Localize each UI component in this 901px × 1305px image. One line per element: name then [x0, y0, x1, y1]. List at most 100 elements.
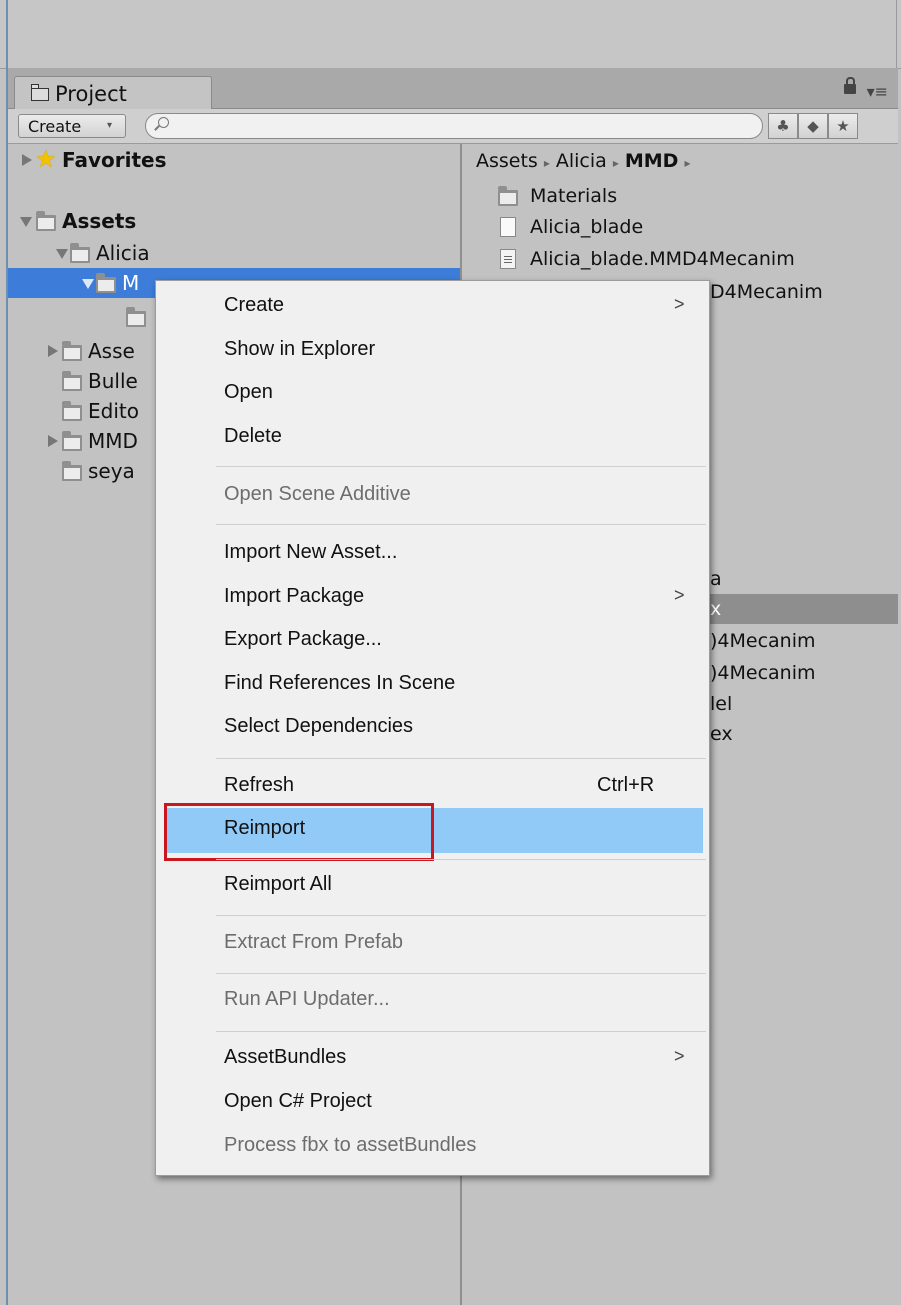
- chevron-down-icon: ▾: [107, 120, 113, 131]
- file-icon: [500, 217, 516, 237]
- menu-item-export-package[interactable]: Export Package...: [157, 621, 708, 661]
- file-label: x: [710, 598, 722, 620]
- menu-item-label: Delete: [224, 425, 282, 447]
- file-item[interactable]: Alicia_blade.MMD4Mecanim: [496, 244, 876, 274]
- folder-icon: [62, 431, 82, 451]
- folder-icon: [62, 371, 82, 391]
- submenu-arrow-icon: >: [674, 294, 685, 314]
- tree-label: Favorites: [62, 148, 167, 172]
- collapse-arrow-icon[interactable]: [82, 279, 94, 289]
- menu-separator: [216, 1031, 706, 1032]
- menu-item-open-csharp-project[interactable]: Open C# Project: [157, 1083, 708, 1123]
- create-button-label: Create: [28, 117, 82, 136]
- breadcrumb-separator-icon: ▸: [684, 156, 691, 170]
- menu-item-label: Open C# Project: [224, 1090, 372, 1112]
- menu-item-label: Extract From Prefab: [224, 931, 403, 953]
- file-item[interactable]: )4Mecanim: [710, 658, 880, 688]
- collapse-arrow-icon[interactable]: [20, 217, 32, 227]
- tree-item-bulle[interactable]: Bulle: [48, 366, 158, 396]
- file-label: Materials: [530, 185, 618, 207]
- folder-icon: [70, 243, 90, 263]
- menu-item-refresh[interactable]: Refresh Ctrl+R: [157, 767, 708, 807]
- tree-item-alicia[interactable]: Alicia: [56, 238, 256, 268]
- shortcut-label: Ctrl+R: [597, 774, 655, 796]
- create-button[interactable]: Create ▾: [18, 114, 126, 138]
- breadcrumb-mmd[interactable]: MMD: [625, 150, 679, 172]
- project-tab[interactable]: Project: [14, 76, 212, 110]
- menu-item-label: Import Package: [224, 585, 365, 607]
- folder-icon: [96, 273, 116, 293]
- folder-icon: [498, 186, 518, 206]
- menu-item-label: Select Dependencies: [224, 715, 414, 737]
- menu-item-label: Refresh: [224, 774, 295, 796]
- tree-label: MMD: [88, 429, 138, 453]
- submenu-arrow-icon: >: [674, 585, 685, 605]
- file-label: )4Mecanim: [710, 662, 816, 684]
- breadcrumb-alicia[interactable]: Alicia: [556, 150, 607, 172]
- tree-item-asse[interactable]: Asse: [48, 336, 158, 366]
- collapse-arrow-icon[interactable]: [56, 249, 68, 259]
- menu-item-label: Open Scene Additive: [224, 483, 411, 505]
- file-item[interactable]: ex: [710, 719, 880, 749]
- tree-label: M: [122, 271, 140, 295]
- file-label: Alicia_blade.MMD4Mecanim: [530, 248, 795, 270]
- breadcrumb-assets[interactable]: Assets: [476, 150, 538, 172]
- menu-item-label: Open: [224, 381, 273, 403]
- menu-item-label: Run API Updater...: [224, 988, 390, 1010]
- lock-icon[interactable]: [844, 77, 856, 94]
- folder-icon: [62, 401, 82, 421]
- menu-item-label: Export Package...: [224, 628, 382, 650]
- top-strip: [0, 0, 901, 69]
- filter-by-label-button[interactable]: ◆: [798, 113, 828, 139]
- menu-item-create[interactable]: Create >: [157, 287, 708, 327]
- menu-separator: [216, 915, 706, 916]
- tree-label: Alicia: [96, 241, 150, 265]
- file-item[interactable]: Materials: [496, 181, 876, 211]
- expand-arrow-icon[interactable]: [48, 435, 58, 447]
- menu-item-select-dependencies[interactable]: Select Dependencies: [157, 708, 708, 748]
- tree-item-seya[interactable]: seya: [48, 456, 158, 486]
- search-input[interactable]: [145, 113, 763, 139]
- tree-item-edito[interactable]: Edito: [48, 396, 158, 426]
- file-label: ex: [710, 723, 733, 745]
- menu-item-import-package[interactable]: Import Package >: [157, 578, 708, 618]
- window-edge-right: [896, 0, 897, 68]
- file-item[interactable]: )4Mecanim: [710, 626, 880, 656]
- text-file-icon: [500, 249, 516, 269]
- file-label: D4Mecanim: [710, 281, 823, 303]
- menu-item-find-references[interactable]: Find References In Scene: [157, 665, 708, 705]
- menu-item-extract-from-prefab: Extract From Prefab: [157, 924, 708, 964]
- tree-label: Edito: [88, 399, 139, 423]
- file-item-selected[interactable]: x: [710, 594, 880, 624]
- menu-item-reimport-all[interactable]: Reimport All: [157, 866, 708, 906]
- menu-separator: [216, 859, 706, 860]
- expand-arrow-icon[interactable]: [22, 154, 32, 166]
- favorite-star-button[interactable]: ★: [828, 113, 858, 139]
- file-item[interactable]: lel: [710, 689, 880, 719]
- menu-item-label: Reimport All: [224, 873, 332, 895]
- file-label: a: [710, 568, 722, 590]
- expand-arrow-icon[interactable]: [48, 345, 58, 357]
- menu-item-label: Create: [224, 294, 285, 316]
- tree-item-mmd2[interactable]: MMD: [48, 426, 158, 456]
- menu-item-open-scene-additive: Open Scene Additive: [157, 476, 708, 516]
- menu-item-open[interactable]: Open: [157, 374, 708, 414]
- panel-menu-icon[interactable]: ▾≡: [867, 82, 888, 101]
- file-label: Alicia_blade: [530, 216, 644, 238]
- menu-item-delete[interactable]: Delete: [157, 418, 708, 458]
- tree-item-assets[interactable]: Assets: [20, 206, 220, 236]
- tree-item-favorites[interactable]: ★ Favorites: [20, 145, 220, 175]
- filter-by-type-button[interactable]: ♣: [768, 113, 798, 139]
- annotation-highlight-box: [164, 803, 434, 861]
- file-item[interactable]: D4Mecanim: [710, 277, 880, 307]
- file-item[interactable]: Alicia_blade: [496, 212, 876, 242]
- menu-item-assetbundles[interactable]: AssetBundles >: [157, 1039, 708, 1079]
- star-icon: ★: [35, 145, 57, 173]
- menu-item-import-new-asset[interactable]: Import New Asset...: [157, 534, 708, 574]
- file-item[interactable]: a: [710, 564, 880, 594]
- search-icon: [158, 117, 169, 128]
- menu-item-show-in-explorer[interactable]: Show in Explorer: [157, 331, 708, 371]
- tree-label: seya: [88, 459, 135, 483]
- file-label: lel: [710, 693, 733, 715]
- menu-item-label: Process fbx to assetBundles: [224, 1134, 477, 1156]
